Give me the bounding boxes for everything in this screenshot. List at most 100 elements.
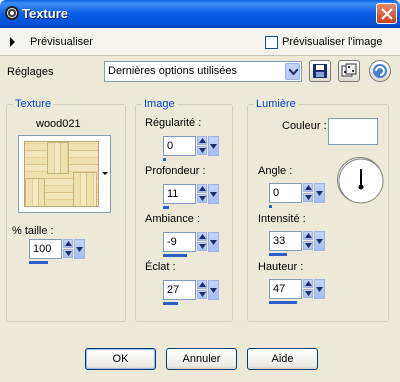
preview-toggle-label[interactable]: Prévisualiser: [30, 36, 93, 48]
texture-name: wood021: [36, 118, 81, 130]
intensity-spinner[interactable]: 33: [269, 231, 325, 256]
depth-updown[interactable]: [197, 184, 207, 204]
spin-up-icon: [305, 281, 312, 286]
angle-dial-icon: [338, 158, 384, 204]
color-swatch[interactable]: [328, 118, 378, 145]
spin-up-icon: [199, 234, 206, 239]
reset-icon: [373, 64, 387, 78]
angle-slider[interactable]: [269, 205, 272, 208]
window-title: Texture: [22, 6, 68, 21]
chevron-down-icon: [210, 144, 217, 149]
chevron-down-icon: [316, 239, 323, 244]
spin-down-icon: [65, 251, 72, 256]
regularity-updown[interactable]: [197, 136, 207, 156]
size-spinner[interactable]: 100: [29, 239, 85, 264]
chevron-down-icon: [210, 240, 217, 245]
ambiance-updown[interactable]: [197, 232, 207, 252]
image-group-title: Image: [142, 98, 177, 110]
light-group-title: Lumière: [254, 98, 298, 110]
presets-dropdown[interactable]: Dernières options utilisées: [104, 61, 302, 82]
angle-input[interactable]: 0: [269, 183, 302, 203]
size-slider[interactable]: [29, 261, 48, 264]
angle-updown[interactable]: [303, 183, 313, 203]
ambiance-label: Ambiance :: [145, 213, 201, 225]
close-button[interactable]: [376, 3, 397, 24]
depth-input[interactable]: 11: [163, 184, 196, 204]
regularity-dropdown[interactable]: [208, 136, 219, 156]
size-dropdown[interactable]: [74, 239, 85, 259]
chevron-down-icon: [76, 247, 83, 252]
texture-group-title: Texture: [13, 98, 54, 110]
preview-image-label[interactable]: Prévisualiser l'image: [282, 36, 383, 48]
regularity-input[interactable]: 0: [163, 136, 196, 156]
spin-down-icon: [199, 148, 206, 153]
preview-image-checkbox[interactable]: [265, 36, 278, 49]
height-label: Hauteur :: [258, 261, 304, 273]
shine-updown[interactable]: [197, 280, 207, 300]
size-updown[interactable]: [63, 239, 73, 259]
shine-label: Éclat :: [145, 261, 176, 273]
chevron-down-icon: [316, 191, 323, 196]
intensity-input[interactable]: 33: [269, 231, 302, 251]
ambiance-dropdown[interactable]: [208, 232, 219, 252]
reset-button[interactable]: [369, 60, 391, 82]
size-input[interactable]: 100: [29, 239, 62, 259]
height-updown[interactable]: [303, 279, 313, 299]
shine-slider[interactable]: [163, 302, 178, 305]
shine-spinner[interactable]: 27: [163, 280, 219, 305]
depth-spinner[interactable]: 11: [163, 184, 219, 209]
intensity-dropdown[interactable]: [314, 231, 325, 251]
ambiance-spinner[interactable]: -9: [163, 232, 219, 257]
swatch-dropdown-arrow-icon[interactable]: [102, 172, 108, 175]
regularity-slider[interactable]: [163, 158, 166, 161]
floppy-disk-icon: [313, 64, 327, 78]
spin-down-icon: [199, 292, 206, 297]
intensity-slider[interactable]: [269, 253, 287, 256]
regularity-spinner[interactable]: 0: [163, 136, 219, 161]
presets-dropdown-button[interactable]: [285, 63, 300, 80]
spin-down-icon: [305, 291, 312, 296]
height-dropdown[interactable]: [314, 279, 325, 299]
height-spinner[interactable]: 47: [269, 279, 325, 304]
chevron-down-icon: [210, 192, 217, 197]
chevron-down-icon: [316, 287, 323, 292]
ambiance-slider[interactable]: [163, 254, 187, 257]
texture-dialog: Texture Prévisualiser Prévisualiser l'im…: [0, 0, 400, 382]
depth-label: Profondeur :: [145, 165, 206, 177]
dice-icon: [341, 63, 357, 77]
chevron-down-icon: [210, 288, 217, 293]
intensity-updown[interactable]: [303, 231, 313, 251]
intensity-label: Intensité :: [258, 213, 306, 225]
angle-dropdown[interactable]: [314, 183, 325, 203]
spin-up-icon: [199, 282, 206, 287]
app-icon: [5, 6, 19, 20]
expand-arrow-icon[interactable]: [10, 37, 15, 47]
shine-dropdown[interactable]: [208, 280, 219, 300]
angle-dial[interactable]: [337, 157, 384, 204]
chevron-down-icon: [289, 69, 298, 75]
shine-input[interactable]: 27: [163, 280, 196, 300]
spin-down-icon: [199, 196, 206, 201]
height-slider[interactable]: [269, 301, 297, 304]
preview-bar: Prévisualiser Prévisualiser l'image: [0, 28, 400, 56]
depth-slider[interactable]: [163, 206, 169, 209]
angle-spinner[interactable]: 0: [269, 183, 325, 208]
texture-preview-image: [24, 141, 99, 207]
cancel-button[interactable]: Annuler: [166, 348, 237, 370]
height-input[interactable]: 47: [269, 279, 302, 299]
spin-down-icon: [199, 244, 206, 249]
spin-up-icon: [199, 186, 206, 191]
ok-button[interactable]: OK: [85, 348, 156, 370]
presets-label: Réglages: [7, 66, 54, 78]
texture-swatch-picker[interactable]: [18, 135, 111, 213]
spin-up-icon: [199, 138, 206, 143]
spin-up-icon: [305, 185, 312, 190]
spin-up-icon: [305, 233, 312, 238]
help-button[interactable]: Aide: [247, 348, 318, 370]
size-label: % taille :: [12, 225, 54, 237]
title-bar[interactable]: Texture: [0, 0, 400, 28]
ambiance-input[interactable]: -9: [163, 232, 196, 252]
save-preset-button[interactable]: [309, 60, 331, 82]
randomize-button[interactable]: [338, 60, 360, 82]
depth-dropdown[interactable]: [208, 184, 219, 204]
